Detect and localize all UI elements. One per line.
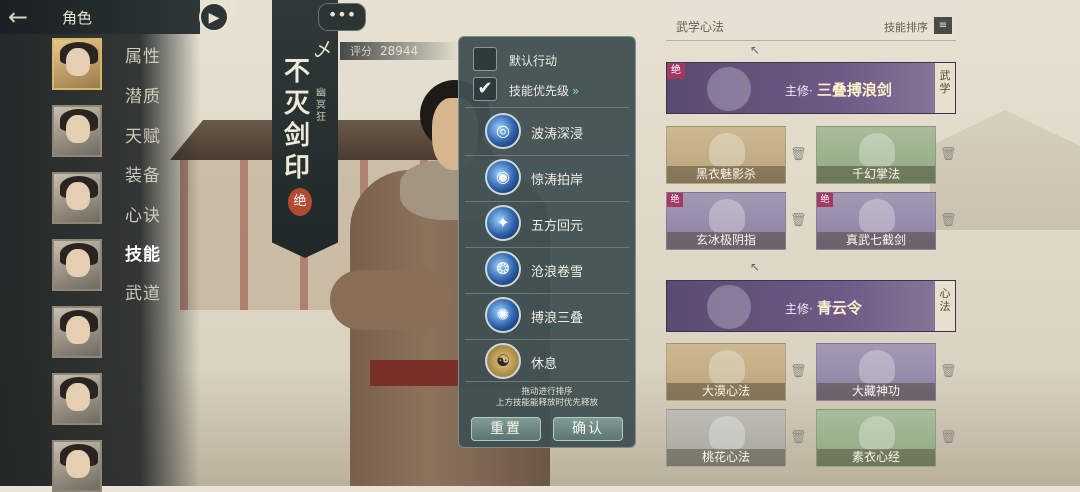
- meditating-figure-icon: [707, 285, 751, 329]
- mind-card[interactable]: 大藏神功: [816, 343, 936, 401]
- chevron-right-icon: »: [572, 84, 580, 98]
- fighter-figure-icon: [859, 133, 895, 167]
- top-bar: ← 角色: [0, 0, 200, 34]
- menu-mind-art[interactable]: 心诀: [125, 201, 161, 226]
- confirm-button[interactable]: 确认: [553, 417, 623, 441]
- character-portrait-3[interactable]: [52, 172, 102, 224]
- menu-equipment[interactable]: 装备: [125, 161, 161, 186]
- character-portrait-5[interactable]: [52, 306, 102, 358]
- default-action-label: 默认行动: [509, 54, 558, 68]
- trash-icon[interactable]: 🗑: [940, 146, 957, 164]
- meditating-figure-icon: [859, 350, 895, 384]
- mind-card[interactable]: 素衣心经: [816, 409, 936, 467]
- trash-icon[interactable]: 🗑: [790, 429, 807, 447]
- trash-icon[interactable]: 🗑: [940, 429, 957, 447]
- banner-signature: 乄: [314, 40, 332, 61]
- skill-name: 休息: [531, 357, 558, 372]
- skill-priority-panel: 默认行动 ✔ 技能优先级» ◎ 波涛深浸 ◉ 惊涛拍岸 ✦ 五方回元 ❂ 沧浪卷…: [458, 36, 636, 448]
- skill-row[interactable]: ◎ 波涛深浸: [465, 109, 629, 153]
- arrow-deco-icon: ↖: [750, 43, 761, 57]
- meditate-icon: ☯: [485, 343, 521, 379]
- character-portrait-7[interactable]: [52, 440, 102, 492]
- wave-skill-icon: ◎: [485, 113, 521, 149]
- main-martial-card[interactable]: 绝 主修· 三叠搏浪剑 武学: [666, 62, 956, 114]
- score-bar: 评分 28944: [340, 42, 460, 60]
- mind-card[interactable]: 大漠心法: [666, 343, 786, 401]
- skill-row[interactable]: ❂ 沧浪卷雪: [465, 247, 629, 291]
- main-mind-card[interactable]: 主修· 青云令 心法: [666, 280, 956, 332]
- title-banner: 乄 不灭剑印 幽冥狂 绝: [272, 0, 338, 258]
- wave-skill-icon: ✺: [485, 297, 521, 333]
- score-value: 28944: [380, 44, 419, 58]
- martial-card[interactable]: 千幻掌法: [816, 126, 936, 184]
- martial-title: 武学心法: [676, 20, 725, 34]
- martial-card[interactable]: 绝 玄冰极阴指: [666, 192, 786, 250]
- banner-seal-icon: 绝: [288, 188, 312, 216]
- skill-name: 搏浪三叠: [531, 311, 584, 326]
- menu-skills[interactable]: 技能: [125, 240, 161, 265]
- page-title: 角色: [62, 9, 93, 27]
- menu-potential[interactable]: 潜质: [125, 82, 161, 107]
- drag-hint: 拖动进行排序: [521, 387, 573, 397]
- skill-priority-label[interactable]: 技能优先级»: [509, 82, 579, 99]
- fighter-figure-icon: [709, 199, 745, 233]
- skill-priority-checkbox[interactable]: ✔: [473, 77, 497, 101]
- swirl-skill-icon: ✦: [485, 205, 521, 241]
- default-action-checkbox[interactable]: [473, 47, 497, 71]
- trash-icon[interactable]: 🗑: [940, 212, 957, 230]
- tutorial-label: 教学: [229, 0, 239, 20]
- menu-attributes[interactable]: 属性: [125, 42, 161, 67]
- character-portrait-2[interactable]: [52, 105, 102, 157]
- ultimate-badge: 绝: [667, 193, 683, 207]
- trash-icon[interactable]: 🗑: [940, 363, 957, 381]
- main-mind-label: 主修· 青云令: [785, 299, 862, 317]
- arrow-deco-icon: ↖: [750, 260, 761, 274]
- skill-row[interactable]: ◉ 惊涛拍岸: [465, 155, 629, 199]
- mind-tag: 心法: [935, 281, 955, 331]
- skill-name: 沧浪卷雪: [531, 265, 584, 280]
- fighter-figure-icon: [709, 133, 745, 167]
- skill-name: 惊涛拍岸: [531, 173, 584, 188]
- skill-row[interactable]: ✦ 五方回元: [465, 201, 629, 245]
- trash-icon[interactable]: 🗑: [790, 146, 807, 164]
- menu-martial-way[interactable]: 武道: [125, 279, 161, 304]
- trash-icon[interactable]: 🗑: [790, 363, 807, 381]
- ultimate-badge: 绝: [667, 63, 685, 79]
- character-portrait-4[interactable]: [52, 239, 102, 291]
- banner-title: 不灭剑印: [284, 57, 311, 183]
- swordsman-figure-icon: [707, 67, 751, 111]
- wave-skill-icon: ❂: [485, 251, 521, 287]
- martial-card[interactable]: 黑衣魅影杀: [666, 126, 786, 184]
- back-icon[interactable]: ←: [8, 4, 48, 30]
- trash-icon[interactable]: 🗑: [790, 212, 807, 230]
- sort-icon[interactable]: ≡: [934, 17, 952, 34]
- character-portrait-6[interactable]: [52, 373, 102, 425]
- meditating-figure-icon: [709, 416, 745, 450]
- skill-row[interactable]: ☯ 休息: [465, 339, 629, 383]
- menu-talent[interactable]: 天赋: [125, 122, 161, 147]
- skill-name: 五方回元: [531, 219, 584, 234]
- wave-skill-icon: ◉: [485, 159, 521, 195]
- martial-card[interactable]: 绝 真武七截剑: [816, 192, 936, 250]
- martial-tag: 武学: [935, 63, 955, 113]
- martial-header: 武学心法 技能排序 ≡: [666, 12, 956, 41]
- banner-subtitle: 幽冥狂: [316, 88, 326, 123]
- fighter-figure-icon: [859, 199, 895, 233]
- mind-card[interactable]: 桃花心法: [666, 409, 786, 467]
- score-label: 评分: [350, 45, 372, 58]
- reset-button[interactable]: 重置: [471, 417, 541, 441]
- skill-name: 波涛深浸: [531, 127, 584, 142]
- meditating-figure-icon: [859, 416, 895, 450]
- skill-sort-label[interactable]: 技能排序: [884, 19, 928, 35]
- chat-bubble-icon[interactable]: •••: [318, 3, 366, 31]
- ultimate-badge: 绝: [817, 193, 833, 207]
- skill-row[interactable]: ✺ 搏浪三叠: [465, 293, 629, 337]
- meditating-figure-icon: [709, 350, 745, 384]
- main-martial-label: 主修· 三叠搏浪剑: [785, 81, 892, 99]
- character-portrait-1[interactable]: [52, 38, 102, 90]
- tutorial-play-icon[interactable]: ▶: [199, 2, 229, 32]
- priority-hint: 上方技能能释放时优先释放: [495, 398, 598, 408]
